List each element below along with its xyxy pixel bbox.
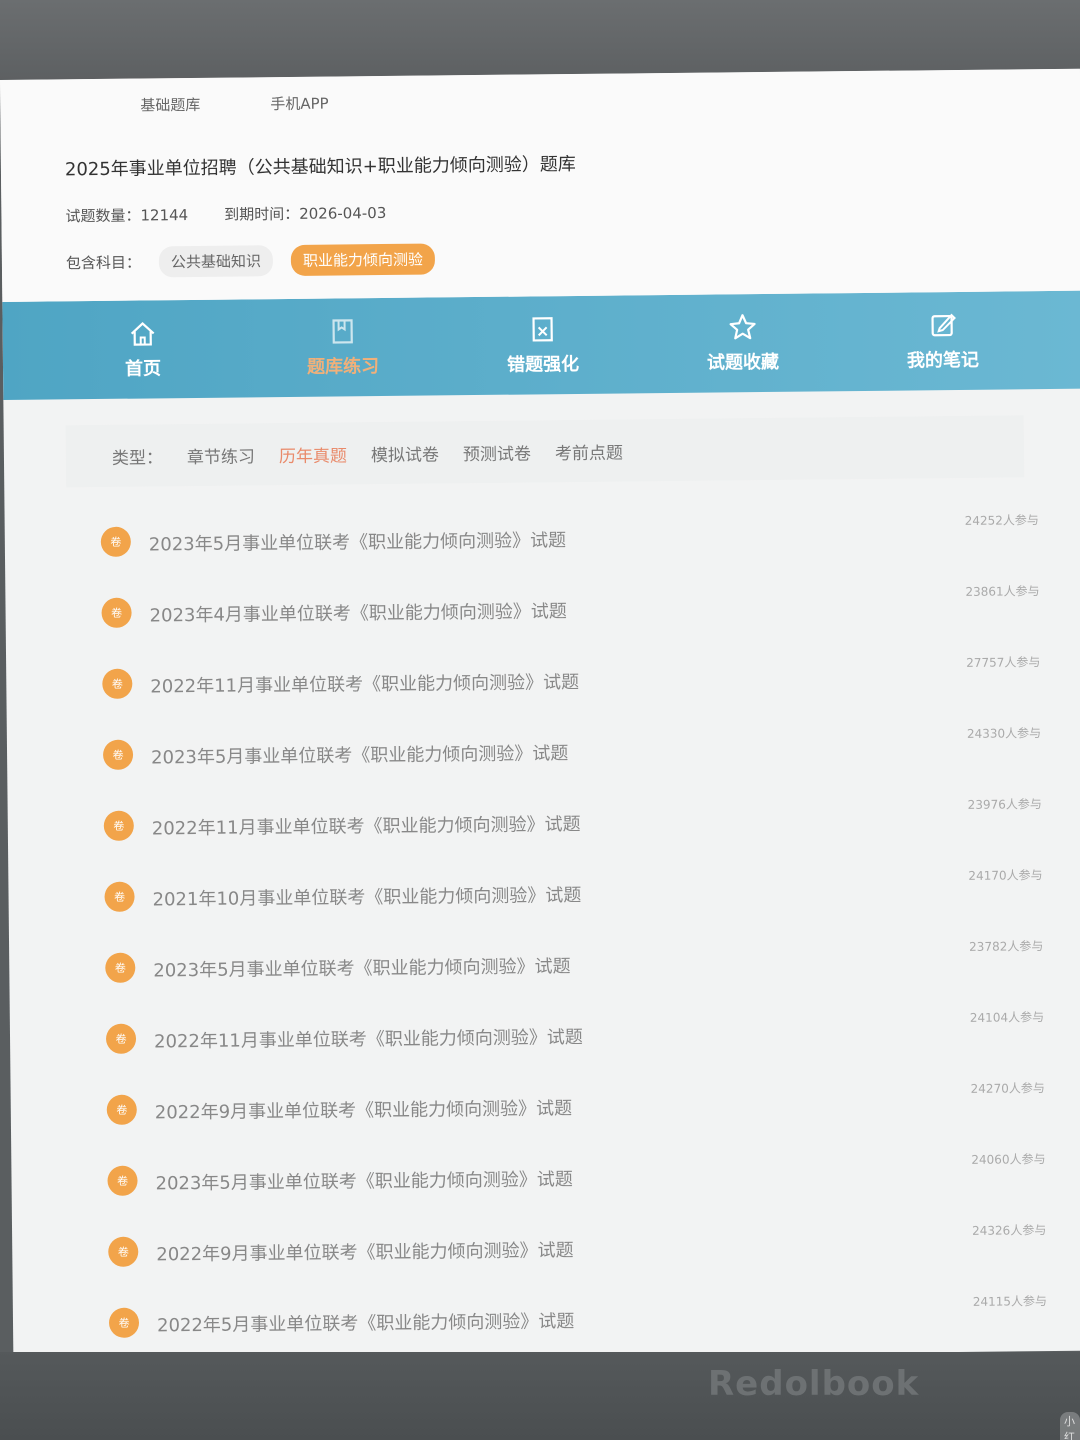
subjects-row: 包含科目： 公共基础知识 职业能力倾向测验 xyxy=(65,243,436,278)
home-icon xyxy=(130,322,155,346)
paper-badge: 卷 xyxy=(106,1094,137,1125)
paper-title[interactable]: 2022年11月事业单位联考《职业能力倾向测验》试题 xyxy=(152,810,581,840)
page-title: 2025年事业单位招聘（公共基础知识+职业能力倾向测验）题库 xyxy=(64,153,576,181)
paper-title[interactable]: 2022年9月事业单位联考《职业能力倾向测验》试题 xyxy=(156,1236,574,1266)
tab-mock[interactable]: 模拟试卷 xyxy=(371,440,439,466)
paper-title[interactable]: 2023年5月事业单位联考《职业能力倾向测验》试题 xyxy=(155,1165,573,1195)
list-item[interactable]: 卷 2022年11月事业单位联考《职业能力倾向测验》试题 24104人参与 xyxy=(10,1008,1080,1090)
participant-count: 24115人参与 xyxy=(972,1294,1048,1309)
paper-badge: 卷 xyxy=(101,597,132,628)
list-item[interactable]: 卷 2022年9月事业单位联考《职业能力倾向测验》试题 24326人参与 xyxy=(12,1221,1080,1303)
bank-meta: 试题数量：12144 到期时间：2026-04-03 xyxy=(65,202,386,226)
participant-count: 23861人参与 xyxy=(965,584,1040,599)
paper-badge: 卷 xyxy=(108,1236,139,1267)
paper-title[interactable]: 2022年5月事业单位联考《职业能力倾向测验》试题 xyxy=(157,1307,575,1337)
paper-badge: 卷 xyxy=(108,1307,140,1338)
paper-badge: 卷 xyxy=(107,1165,138,1196)
list-item[interactable]: 卷 2022年11月事业单位联考《职业能力倾向测验》试题 23976人参与 xyxy=(8,795,1080,877)
nav-favorites[interactable]: 试题收藏 xyxy=(662,311,823,375)
paper-title[interactable]: 2023年5月事业单位联考《职业能力倾向测验》试题 xyxy=(151,739,569,769)
top-nav: 基础题库 手机APP xyxy=(140,93,329,116)
participant-count: 27757人参与 xyxy=(966,655,1041,670)
paper-title[interactable]: 2023年5月事业单位联考《职业能力倾向测验》试题 xyxy=(149,526,567,556)
type-filter: 类型： 章节练习 历年真题 模拟试卷 预测试卷 考前点题 xyxy=(65,415,1025,488)
filter-label: 类型： xyxy=(111,447,164,469)
paper-title[interactable]: 2021年10月事业单位联考《职业能力倾向测验》试题 xyxy=(152,881,581,911)
participant-count: 24170人参与 xyxy=(968,868,1043,883)
topnav-basic-bank[interactable]: 基础题库 xyxy=(140,94,200,116)
tab-prelim[interactable]: 考前点题 xyxy=(555,438,623,464)
participant-count: 24326人参与 xyxy=(972,1223,1047,1238)
star-icon xyxy=(729,314,756,340)
tab-past-exams[interactable]: 历年真题 xyxy=(279,441,347,467)
browser-screen: 基础题库 手机APP 2025年事业单位招聘（公共基础知识+职业能力倾向测验）题… xyxy=(0,68,1080,1362)
participant-count: 24104人参与 xyxy=(969,1010,1045,1025)
bank-header: 基础题库 手机APP 2025年事业单位招聘（公共基础知识+职业能力倾向测验）题… xyxy=(0,68,1080,302)
watermark-tag: 小红书 xyxy=(1060,1412,1080,1440)
tab-predict[interactable]: 预测试卷 xyxy=(463,439,531,465)
paper-title[interactable]: 2023年5月事业单位联考《职业能力倾向测验》试题 xyxy=(153,952,571,982)
expire-date: 到期时间：2026-04-03 xyxy=(224,203,387,224)
tab-chapter[interactable]: 章节练习 xyxy=(187,442,255,468)
book-icon xyxy=(332,319,353,344)
participant-count: 24252人参与 xyxy=(964,513,1039,528)
list-item[interactable]: 卷 2023年5月事业单位联考《职业能力倾向测验》试题 24060人参与 xyxy=(11,1150,1080,1232)
paper-title[interactable]: 2023年4月事业单位联考《职业能力倾向测验》试题 xyxy=(149,597,567,627)
participant-count: 24060人参与 xyxy=(971,1152,1046,1167)
participant-count: 23976人参与 xyxy=(967,797,1042,812)
paper-badge: 卷 xyxy=(105,1023,137,1054)
paper-list: 卷 2023年5月事业单位联考《职业能力倾向测验》试题 24252人参与 卷 2023… xyxy=(5,511,1080,1362)
list-item[interactable]: 卷 2023年5月事业单位联考《职业能力倾向测验》试题 23782人参与 xyxy=(9,937,1080,1019)
paper-badge: 卷 xyxy=(102,739,134,770)
question-count: 试题数量：12144 xyxy=(65,206,189,226)
subjects-label: 包含科目： xyxy=(65,253,142,273)
paper-badge: 卷 xyxy=(102,668,133,699)
participant-count: 24330人参与 xyxy=(966,726,1042,741)
paper-badge: 卷 xyxy=(105,952,136,983)
nav-notes[interactable]: 我的笔记 xyxy=(862,309,1023,373)
list-item[interactable]: 卷 2022年9月事业单位联考《职业能力倾向测验》试题 24270人参与 xyxy=(11,1079,1080,1161)
nav-wrong[interactable]: 错题强化 xyxy=(462,313,623,377)
paper-badge: 卷 xyxy=(100,526,131,557)
paper-badge: 卷 xyxy=(104,881,135,912)
participant-count: 23782人参与 xyxy=(969,939,1044,954)
topnav-mobile-app[interactable]: 手机APP xyxy=(270,93,329,115)
participant-count: 24270人参与 xyxy=(970,1081,1045,1096)
subject-chip-public[interactable]: 公共基础知识 xyxy=(158,245,274,278)
paper-badge: 卷 xyxy=(103,810,134,841)
nav-home[interactable]: 首页 xyxy=(63,318,224,382)
edit-icon xyxy=(931,313,956,337)
list-item[interactable]: 卷 2022年11月事业单位联考《职业能力倾向测验》试题 27757人参与 xyxy=(6,653,1080,735)
device-brand-logo: Redolbook xyxy=(708,1364,920,1404)
list-item[interactable]: 卷 2023年4月事业单位联考《职业能力倾向测验》试题 23861人参与 xyxy=(5,582,1080,664)
subject-chip-aptitude[interactable]: 职业能力倾向测验 xyxy=(290,243,436,276)
paper-title[interactable]: 2022年11月事业单位联考《职业能力倾向测验》试题 xyxy=(154,1023,583,1053)
list-item[interactable]: 卷 2023年5月事业单位联考《职业能力倾向测验》试题 24330人参与 xyxy=(7,724,1080,806)
list-item[interactable]: 卷 2021年10月事业单位联考《职业能力倾向测验》试题 24170人参与 xyxy=(8,866,1080,948)
paper-title[interactable]: 2022年11月事业单位联考《职业能力倾向测验》试题 xyxy=(150,668,579,698)
main-nav: 首页 题库练习 错题强化 试题收藏 我的笔记 xyxy=(2,290,1080,400)
nav-practice[interactable]: 题库练习 xyxy=(262,316,423,380)
wrong-icon xyxy=(532,317,553,342)
list-item[interactable]: 卷 2023年5月事业单位联考《职业能力倾向测验》试题 24252人参与 xyxy=(5,511,1080,593)
paper-title[interactable]: 2022年9月事业单位联考《职业能力倾向测验》试题 xyxy=(155,1094,573,1124)
